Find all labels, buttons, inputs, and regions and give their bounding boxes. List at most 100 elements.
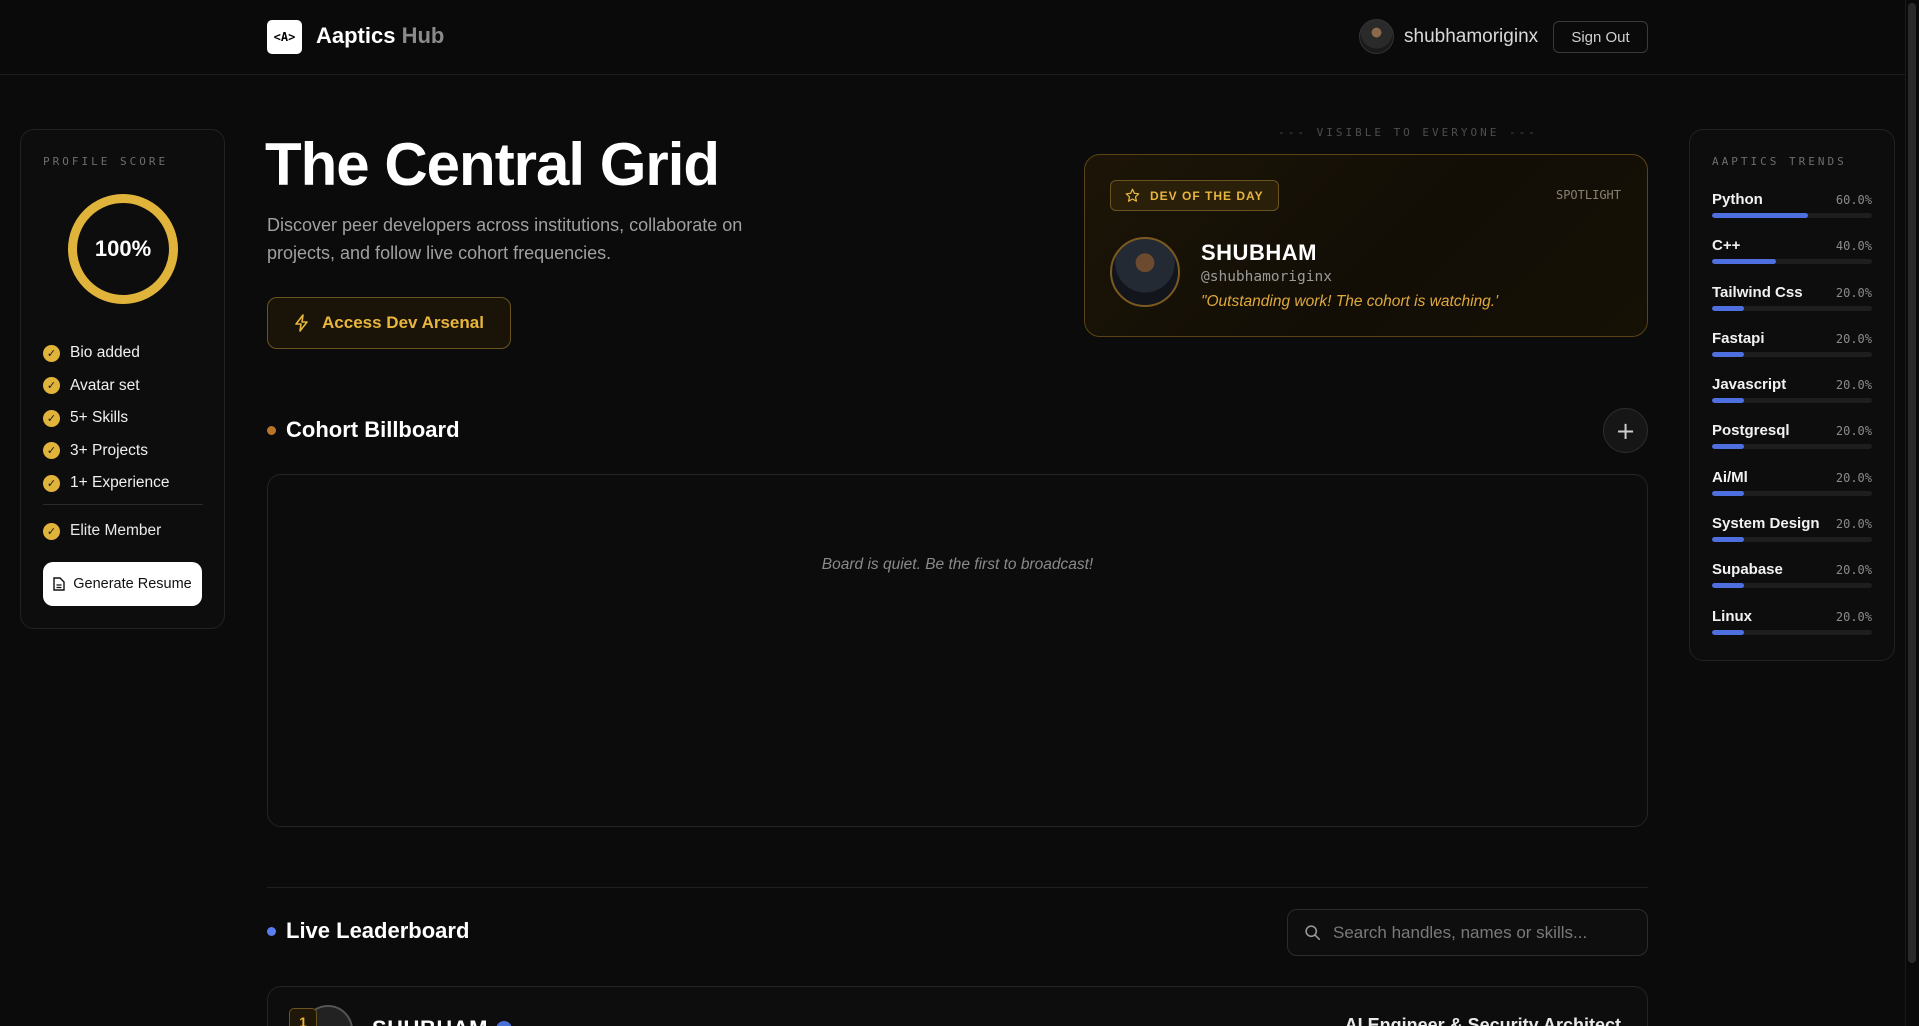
trend-item: Linux 20.0%	[1712, 606, 1872, 652]
checklist-item: ✓ Bio added	[43, 337, 170, 370]
cohort-billboard: Board is quiet. Be the first to broadcas…	[267, 474, 1648, 827]
trend-percent: 60.0%	[1835, 193, 1872, 207]
cohort-billboard-title: Cohort Billboard	[286, 417, 460, 442]
nav-username[interactable]: shubhamoriginx	[1404, 26, 1538, 48]
elite-member-status: ✓ Elite Member	[43, 515, 161, 547]
check-icon: ✓	[43, 442, 60, 460]
trend-item: Fastapi 20.0%	[1712, 328, 1872, 374]
check-icon: ✓	[43, 377, 60, 395]
leaderboard-name-text: SHUBHAM	[372, 1016, 488, 1026]
checklist-item: ✓ 5+ Skills	[43, 402, 170, 435]
trend-name: Tailwind Css	[1712, 283, 1803, 301]
profile-score-ring: 100%	[68, 194, 178, 304]
profile-score-card: PROFILE SCORE 100% ✓ Bio added ✓ Avatar se…	[20, 129, 225, 629]
generate-resume-button[interactable]: Generate Resume	[43, 562, 202, 606]
trend-name: System Design	[1712, 515, 1820, 533]
trend-percent: 20.0%	[1835, 331, 1872, 346]
spotlight-avatar[interactable]	[1110, 237, 1180, 307]
search-input[interactable]	[1333, 922, 1623, 943]
aaptics-trends-card: AAPTICS TRENDS Python 60.0% C++ 40.0% Tailwi…	[1689, 129, 1895, 661]
live-leaderboard-title: Live Leaderboard	[286, 918, 470, 943]
leaderboard-row[interactable]: 1 SHUBHAM AI Engineer & Security Archite…	[267, 986, 1648, 1026]
scrollbar-thumb[interactable]	[1908, 3, 1916, 963]
elite-label: Elite Member	[70, 522, 162, 539]
document-icon	[53, 577, 65, 591]
trend-bar-track	[1712, 537, 1872, 543]
trend-bar-track	[1712, 629, 1872, 635]
brand-name[interactable]: Aaptics Hub	[316, 23, 444, 49]
checklist-label: 3+ Projects	[70, 441, 148, 459]
trend-percent: 20.0%	[1835, 609, 1872, 624]
trend-name: Linux	[1712, 607, 1752, 625]
billboard-empty-message: Board is quiet. Be the first to broadcas…	[821, 556, 1094, 573]
verified-icon	[495, 1021, 512, 1026]
trend-bar-fill	[1712, 629, 1744, 635]
spotlight-handle: @shubhamoriginx	[1201, 269, 1332, 285]
profile-score-value: 100%	[94, 236, 152, 261]
dev-of-the-day-card: DEV OF THE DAY SPOTLIGHT SHUBHAM @shubha…	[1084, 154, 1648, 337]
trend-name: Javascript	[1712, 376, 1787, 394]
leaderboard-name: SHUBHAM	[372, 1016, 512, 1026]
check-icon: ✓	[43, 344, 60, 362]
logo-icon[interactable]: <A>	[267, 20, 302, 54]
trend-percent: 20.0%	[1835, 424, 1872, 439]
check-icon: ✓	[43, 522, 60, 540]
checklist-label: 5+ Skills	[70, 409, 129, 427]
trend-bar-fill	[1712, 259, 1776, 265]
billboard-dot-icon	[267, 425, 276, 435]
trend-name: Postgresql	[1712, 422, 1790, 440]
access-dev-arsenal-button[interactable]: Access Dev Arsenal	[267, 297, 511, 349]
trend-name: C++	[1712, 237, 1741, 255]
dev-of-the-day-badge: DEV OF THE DAY	[1110, 180, 1279, 211]
search-icon	[1305, 925, 1321, 941]
top-nav: <A> Aaptics Hub shubhamoriginx Sign Out	[0, 0, 1919, 75]
live-leaderboard-heading: Live Leaderboard	[267, 918, 469, 944]
trend-bar-fill	[1712, 583, 1744, 589]
trend-name: Supabase	[1712, 561, 1783, 579]
leaderboard-role: AI Engineer & Security Architect	[1344, 1015, 1621, 1026]
star-icon	[1125, 188, 1140, 202]
trend-item: C++ 40.0%	[1712, 235, 1872, 281]
add-broadcast-button[interactable]: +	[1603, 408, 1648, 453]
trend-bar-track	[1712, 213, 1872, 218]
trend-list: Python 60.0% C++ 40.0% Tailwind Css 20.0% Fast…	[1712, 189, 1872, 652]
leaderboard-dot-icon	[267, 926, 276, 936]
trend-bar-fill	[1712, 398, 1744, 404]
trend-percent: 20.0%	[1835, 563, 1872, 578]
page-title: The Central Grid	[265, 131, 720, 198]
checklist-item: ✓ Avatar set	[43, 370, 170, 403]
trend-bar-fill	[1712, 351, 1744, 357]
trends-label: AAPTICS TRENDS	[1712, 155, 1847, 168]
trend-percent: 20.0%	[1835, 378, 1872, 393]
trend-item: Supabase 20.0%	[1712, 559, 1872, 605]
trend-percent: 20.0%	[1835, 285, 1872, 300]
trend-item: Tailwind Css 20.0%	[1712, 282, 1872, 328]
trend-item: Ai/Ml 20.0%	[1712, 467, 1872, 513]
trend-bar-fill	[1712, 490, 1744, 496]
generate-resume-label: Generate Resume	[73, 576, 192, 592]
check-icon: ✓	[43, 474, 60, 492]
access-dev-arsenal-label: Access Dev Arsenal	[322, 313, 484, 332]
trend-bar-fill	[1712, 213, 1808, 218]
leaderboard-search[interactable]	[1287, 909, 1648, 956]
checklist-label: Bio added	[70, 344, 140, 362]
trend-percent: 20.0%	[1835, 517, 1872, 532]
profile-divider	[43, 504, 203, 505]
trend-item: Postgresql 20.0%	[1712, 420, 1872, 466]
trend-bar-track	[1712, 259, 1872, 265]
spotlight-name[interactable]: SHUBHAM	[1201, 240, 1317, 266]
sign-out-button[interactable]: Sign Out	[1553, 21, 1648, 53]
trend-bar-track	[1712, 490, 1872, 496]
lightning-icon	[295, 314, 308, 332]
trend-bar-track	[1712, 583, 1872, 589]
trend-item: Javascript 20.0%	[1712, 374, 1872, 420]
brand-sub: Hub	[395, 23, 445, 48]
trend-item: Python 60.0%	[1712, 189, 1872, 235]
trend-bar-fill	[1712, 305, 1744, 311]
trend-bar-track	[1712, 351, 1872, 357]
spotlight-quote: "Outstanding work! The cohort is watchin…	[1201, 293, 1499, 310]
check-icon: ✓	[43, 409, 60, 427]
user-avatar[interactable]	[1359, 19, 1394, 54]
profile-checklist: ✓ Bio added ✓ Avatar set ✓ 5+ Skills ✓ 3+ Pr…	[43, 337, 170, 500]
trend-bar-fill	[1712, 444, 1744, 450]
